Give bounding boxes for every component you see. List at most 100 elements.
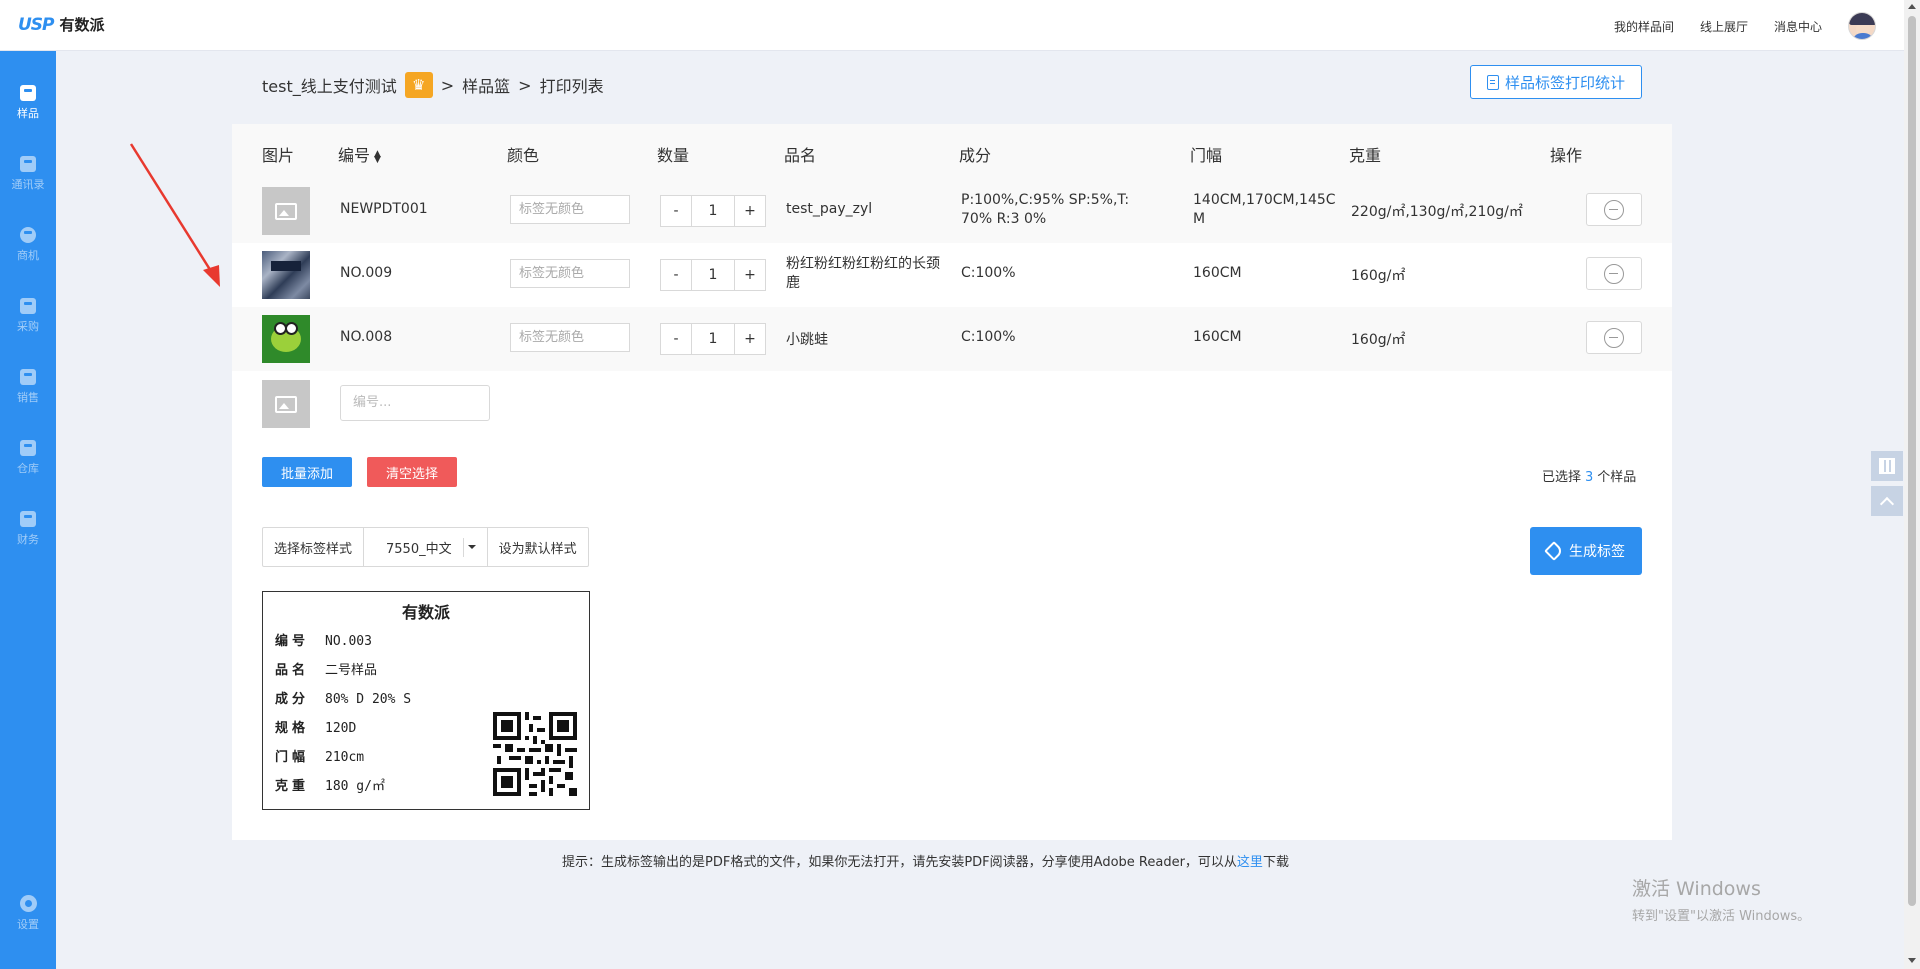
increment-button[interactable]: + [735, 196, 765, 226]
sidebar-item-label: 仓库 [17, 462, 39, 475]
label-print-stats-button[interactable]: 样品标签打印统计 [1470, 65, 1642, 99]
image-placeholder [262, 187, 310, 235]
row-width: 160CM [1193, 329, 1242, 345]
sidebar-item-label: 设置 [17, 918, 39, 931]
download-link[interactable]: 这里 [1237, 855, 1263, 870]
header-weight: 克重 [1349, 146, 1382, 165]
table-row: NEWPDT001 标签无颜色 - 1 + test_pay_zyl P:100… [232, 179, 1672, 243]
increment-button[interactable]: + [735, 260, 765, 290]
color-input[interactable]: 标签无颜色 [510, 323, 630, 352]
quantity-value[interactable]: 1 [691, 324, 735, 354]
row-weight: 160g/㎡ [1351, 268, 1406, 284]
row-name: 小跳蛙 [786, 332, 828, 348]
windows-activation-watermark: 激活 Windows 转到"设置"以激活 Windows。 [1632, 874, 1810, 924]
quantity-value[interactable]: 1 [691, 260, 735, 290]
gear-icon [19, 895, 37, 912]
label-field: 门幅 210cm [275, 746, 364, 765]
label-style-toolbar: 选择标签样式 7550_中文 设为默认样式 [262, 527, 589, 567]
qr-float-button[interactable] [1871, 451, 1903, 481]
label-field-value: NO.003 [325, 634, 372, 649]
logo[interactable]: USP 有数派 [18, 14, 105, 35]
batch-add-button[interactable]: 批量添加 [262, 457, 352, 487]
purchase-icon [20, 298, 36, 314]
sidebar-item-settings[interactable]: 设置 [0, 881, 56, 941]
sample-icon [20, 85, 36, 101]
row-composition: C:100% [961, 265, 1016, 281]
selected-suffix: 个样品 [1597, 470, 1637, 485]
back-to-top-button[interactable] [1871, 486, 1903, 516]
label-field-value: 120D [325, 721, 357, 736]
tag-icon [1544, 541, 1564, 561]
row-code: NO.009 [340, 265, 393, 281]
sidebar-item-sample[interactable]: 样品 [0, 71, 56, 131]
sidebar-item-label: 样品 [17, 107, 39, 120]
scroll-up-arrow-icon[interactable] [1908, 4, 1916, 9]
breadcrumb-basket[interactable]: 样品篮 [462, 73, 510, 97]
label-field: 品名 二号样品 [275, 659, 377, 678]
sidebar-item-sales[interactable]: 销售 [0, 355, 56, 415]
generate-label-button[interactable]: 生成标签 [1530, 527, 1642, 575]
scroll-down-arrow-icon[interactable] [1908, 958, 1916, 963]
label-print-stats-label: 样品标签打印统计 [1504, 73, 1625, 92]
label-field-key: 品名 [275, 663, 310, 678]
label-style-dropdown[interactable]: 7550_中文 [364, 528, 488, 566]
sales-icon [20, 369, 36, 385]
code-input[interactable]: 编号... [340, 385, 490, 421]
header-width: 门幅 [1190, 146, 1223, 165]
nav-message-center[interactable]: 消息中心 [1774, 18, 1822, 35]
document-icon [1486, 74, 1499, 90]
nav-online-showroom[interactable]: 线上展厅 [1700, 18, 1748, 35]
sort-icon[interactable]: ▲ ▼ [374, 149, 381, 164]
sidebar-item-opportunity[interactable]: 商机 [0, 213, 56, 273]
clear-selection-button[interactable]: 清空选择 [367, 457, 457, 487]
quantity-value[interactable]: 1 [691, 196, 735, 226]
color-input[interactable]: 标签无颜色 [510, 259, 630, 288]
label-preview-title: 有数派 [401, 603, 450, 622]
color-input[interactable]: 标签无颜色 [510, 195, 630, 224]
header-qty: 数量 [657, 146, 690, 165]
decrement-button[interactable]: - [661, 324, 691, 354]
table-row: NO.009 标签无颜色 - 1 + 粉红粉红粉红粉红的长颈鹿 C:100% 1… [232, 243, 1672, 307]
avatar[interactable] [1848, 12, 1876, 40]
remove-row-button[interactable] [1586, 193, 1642, 226]
breadcrumb-current: 打印列表 [539, 77, 604, 96]
label-field-key: 编号 [275, 634, 310, 649]
header-action: 操作 [1550, 146, 1583, 165]
pdf-tip-text: 提示：生成标签输出的是PDF格式的文件，如果你无法打开，请先安装PDF阅读器，分… [562, 855, 1237, 870]
remove-row-button[interactable] [1586, 257, 1642, 290]
sidebar-item-label: 销售 [17, 391, 39, 404]
breadcrumb-company[interactable]: test_线上支付测试 [262, 73, 397, 97]
qr-code-icon [1879, 458, 1895, 474]
sidebar-item-finance[interactable]: 财务 [0, 497, 56, 557]
sidebar-item-contacts[interactable]: 通讯录 [0, 142, 56, 202]
header-name: 品名 [784, 146, 817, 165]
decrement-button[interactable]: - [661, 196, 691, 226]
nav-my-sample-room[interactable]: 我的样品间 [1614, 18, 1674, 35]
row-composition: P:100%,C:95% SP:5%,T: 70% R:3 0% [961, 192, 1130, 227]
sample-thumbnail [262, 251, 310, 299]
header-composition: 成分 [959, 146, 992, 165]
header-color: 颜色 [507, 146, 540, 165]
remove-row-button[interactable] [1586, 321, 1642, 354]
table-row: NO.008 标签无颜色 - 1 + 小跳蛙 C:100% 160CM 160g… [232, 307, 1672, 371]
label-field: 克重 180 g/㎡ [275, 775, 385, 794]
label-field-key: 规格 [275, 721, 310, 736]
increment-button[interactable]: + [735, 324, 765, 354]
sidebar-item-label: 财务 [17, 533, 39, 546]
sidebar-item-purchase[interactable]: 采购 [0, 284, 56, 344]
decrement-button[interactable]: - [661, 260, 691, 290]
header-code[interactable]: 编号 ▲ ▼ [338, 142, 381, 166]
image-icon [275, 202, 297, 220]
scrollbar[interactable] [1904, 0, 1920, 969]
minus-circle-icon [1604, 263, 1624, 284]
row-code: NEWPDT001 [340, 201, 428, 217]
sidebar-item-label: 采购 [17, 320, 39, 333]
set-default-style-button[interactable]: 设为默认样式 [488, 528, 588, 566]
scroll-thumb[interactable] [1908, 16, 1916, 906]
sidebar-item-warehouse[interactable]: 仓库 [0, 426, 56, 486]
row-weight: 160g/㎡ [1351, 332, 1406, 348]
label-preview: 有数派 编号 NO.003 品名 二号样品 成分 80% D 20% S 规格 120D… [262, 591, 590, 810]
row-width: 160CM [1193, 265, 1242, 281]
image-icon [275, 395, 297, 413]
label-field-value: 二号样品 [325, 663, 378, 678]
